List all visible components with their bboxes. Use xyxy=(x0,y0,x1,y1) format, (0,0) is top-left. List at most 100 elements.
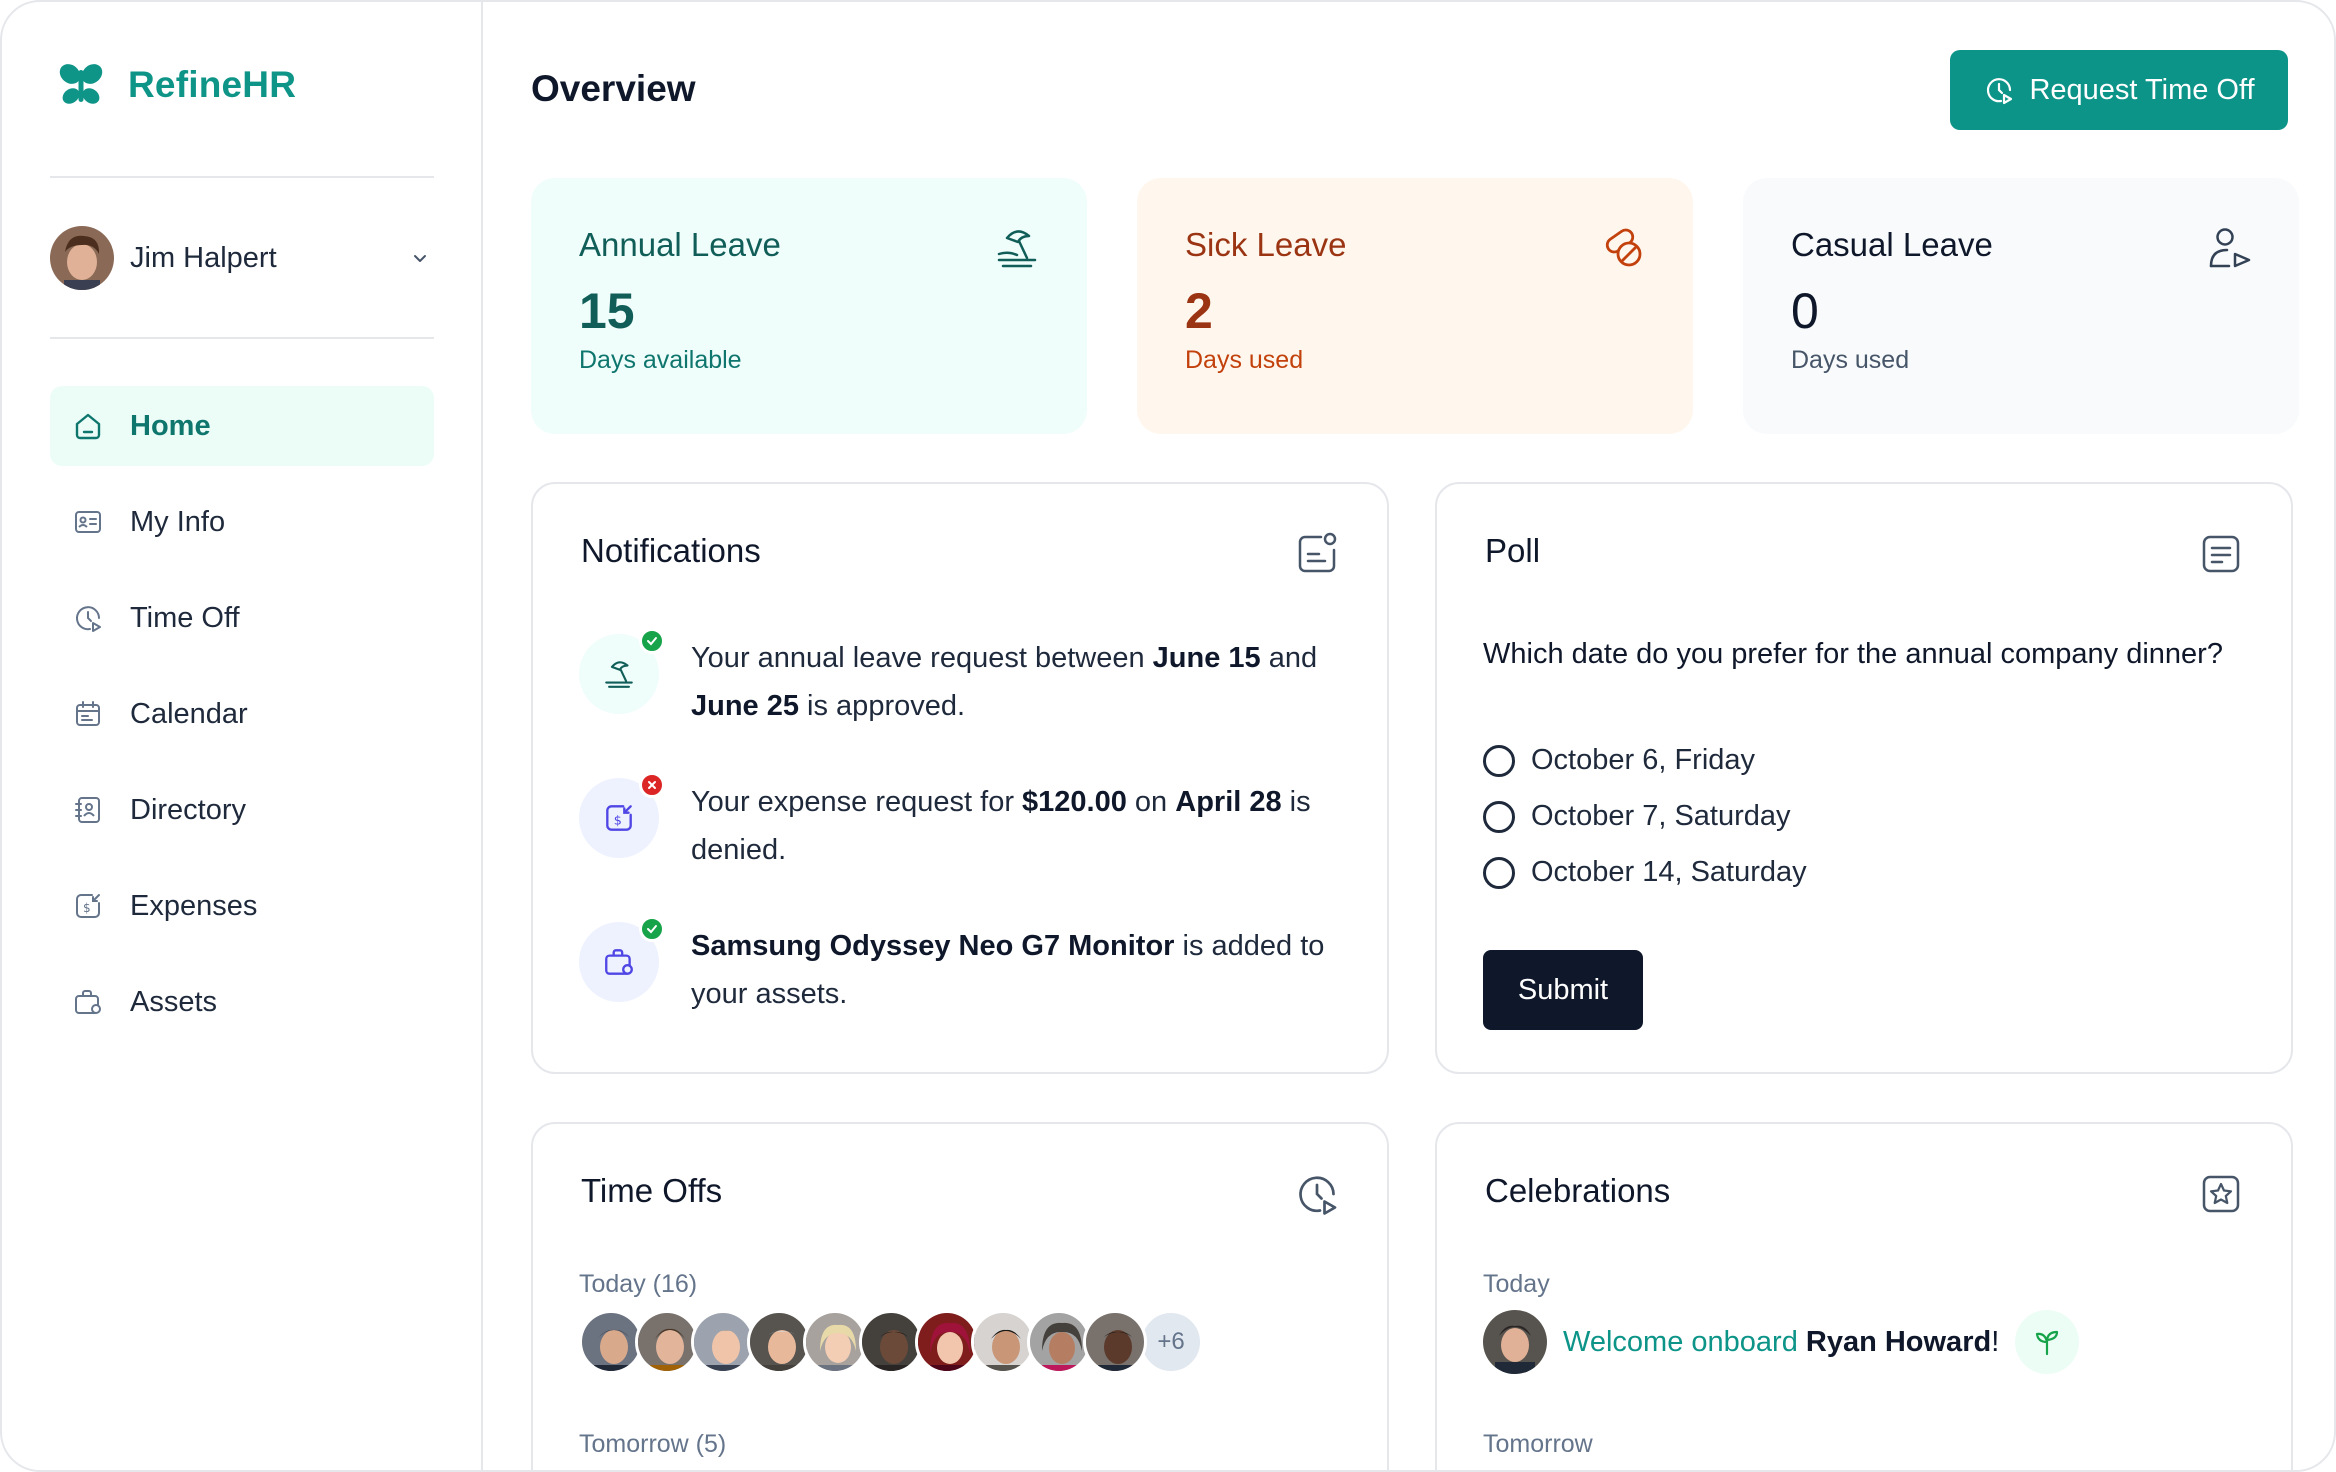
poll-option[interactable]: October 14, Saturday xyxy=(1483,856,1807,889)
casual-leave-sub: Days used xyxy=(1791,346,1910,374)
main-content: Overview Request Time Off Annual Leave 1… xyxy=(485,2,2334,1470)
poll-list-icon[interactable] xyxy=(2197,530,2245,578)
request-time-off-button[interactable]: Request Time Off xyxy=(1950,50,2288,130)
poll-option[interactable]: October 6, Friday xyxy=(1483,744,1755,777)
sidebar-item-directory[interactable]: Directory xyxy=(50,770,434,850)
clock-icon[interactable] xyxy=(1293,1170,1341,1218)
notification-item[interactable]: $ Your expense request for $120.00 on Ap… xyxy=(579,772,1349,874)
id-card-icon xyxy=(75,511,101,533)
sidebar-item-my-info[interactable]: My Info xyxy=(50,482,434,562)
submit-button[interactable]: Submit xyxy=(1483,950,1643,1030)
notification-item[interactable]: Samsung Odyssey Neo G7 Monitor is added … xyxy=(579,916,1349,1018)
expense-icon: $ xyxy=(606,805,632,831)
x-icon xyxy=(648,781,656,789)
beach-icon xyxy=(997,230,1037,268)
annual-leave-value: 15 xyxy=(579,283,635,339)
butterfly-logo-icon xyxy=(59,64,103,104)
more-avatars-count[interactable]: +6 xyxy=(1139,1310,1203,1374)
clock-icon xyxy=(76,606,101,632)
celebrations-title: Celebrations xyxy=(1485,1172,1671,1209)
home-icon xyxy=(75,413,101,440)
brand-name: RefineHR xyxy=(128,64,297,105)
radio-button[interactable] xyxy=(1483,744,1515,777)
svg-text:$: $ xyxy=(614,813,622,828)
briefcase-icon xyxy=(75,990,101,1014)
radio-button[interactable] xyxy=(1483,856,1515,889)
casual-leave-value: 0 xyxy=(1791,283,1819,339)
sidebar-nav: Home My Info Time Off Calendar Directory… xyxy=(50,386,434,1058)
time-offs-title: Time Offs xyxy=(581,1172,723,1209)
notification-text: Your expense request for $120.00 on Apri… xyxy=(691,786,1311,866)
user-send-icon xyxy=(2209,228,2251,268)
sidebar-item-label: My Info xyxy=(130,505,226,538)
casual-leave-card: Casual Leave 0 Days used xyxy=(1743,178,2299,434)
today-label: Today (16) xyxy=(579,1270,698,1298)
page-title: Overview xyxy=(531,68,696,109)
avatar[interactable] xyxy=(803,1310,867,1374)
user-name: Jim Halpert xyxy=(130,241,277,274)
sidebar-item-calendar[interactable]: Calendar xyxy=(50,674,434,754)
app-window: RefineHR Jim Halpert Home My Info Time O… xyxy=(0,0,2336,1472)
today-label: Today xyxy=(1483,1270,1550,1298)
avatar[interactable] xyxy=(1083,1310,1147,1374)
sick-leave-card: Sick Leave 2 Days used xyxy=(1137,178,1693,434)
sidebar-item-home[interactable]: Home xyxy=(50,386,434,466)
sidebar-item-label: Home xyxy=(130,409,211,442)
sprout-badge xyxy=(2015,1310,2080,1374)
sidebar-divider xyxy=(50,176,434,178)
star-badge-icon[interactable] xyxy=(2197,1170,2245,1218)
notification-item[interactable]: Your annual leave request between June 1… xyxy=(579,628,1349,730)
poll-option-label: October 14, Saturday xyxy=(1531,856,1807,888)
request-time-off-label: Request Time Off xyxy=(2029,73,2255,106)
notification-text: Samsung Odyssey Neo G7 Monitor is added … xyxy=(691,930,1325,1010)
avatar[interactable] xyxy=(691,1310,755,1374)
annual-leave-title: Annual Leave xyxy=(579,226,781,263)
notification-bell-icon[interactable] xyxy=(1293,530,1341,578)
poll-title: Poll xyxy=(1485,532,1541,569)
poll-question: Which date do you prefer for the annual … xyxy=(1483,638,2223,670)
annual-leave-sub: Days available xyxy=(579,346,742,374)
tomorrow-label: Tomorrow (5) xyxy=(579,1430,727,1458)
notifications-card: Notifications Your annual leave request … xyxy=(531,482,1389,1074)
poll-option-label: October 6, Friday xyxy=(1531,744,1756,776)
sprout-icon xyxy=(2036,1330,2059,1356)
user-menu[interactable]: Jim Halpert xyxy=(50,226,434,290)
avatar[interactable] xyxy=(915,1310,979,1374)
avatar[interactable] xyxy=(747,1310,811,1374)
avatar[interactable] xyxy=(579,1310,643,1374)
sidebar-item-assets[interactable]: Assets xyxy=(50,962,434,1042)
contact-book-icon xyxy=(75,797,100,823)
notification-avatar: $ xyxy=(579,772,665,858)
avatar-group: +6 xyxy=(579,1310,1203,1374)
sidebar-divider xyxy=(50,337,434,339)
pills-icon xyxy=(1605,228,1642,267)
sick-leave-title: Sick Leave xyxy=(1185,226,1347,263)
avatar[interactable] xyxy=(1027,1310,1091,1374)
brand[interactable]: RefineHR xyxy=(56,60,296,110)
avatar[interactable] xyxy=(971,1310,1035,1374)
poll-option[interactable]: October 7, Saturday xyxy=(1483,800,1791,833)
sick-leave-value: 2 xyxy=(1185,283,1213,339)
notification-avatar xyxy=(579,628,665,714)
beach-icon xyxy=(605,661,633,688)
sidebar-item-label: Assets xyxy=(130,985,218,1018)
annual-leave-card: Annual Leave 15 Days available xyxy=(531,178,1087,434)
clock-icon xyxy=(1987,78,2013,105)
poll-option-label: October 7, Saturday xyxy=(1531,800,1791,832)
radio-button[interactable] xyxy=(1483,800,1515,833)
poll-card: Poll Which date do you prefer for the an… xyxy=(1435,482,2293,1074)
sidebar: RefineHR Jim Halpert Home My Info Time O… xyxy=(2,2,483,1470)
denied-badge xyxy=(639,772,665,798)
avatar[interactable] xyxy=(1483,1310,1547,1374)
sidebar-item-expenses[interactable]: $ Expenses xyxy=(50,866,434,946)
chevron-down-icon[interactable] xyxy=(410,248,430,268)
avatar[interactable] xyxy=(859,1310,923,1374)
tomorrow-label: Tomorrow xyxy=(1483,1430,1593,1458)
briefcase-icon xyxy=(605,949,633,975)
sidebar-item-time-off[interactable]: Time Off xyxy=(50,578,434,658)
time-offs-card: Time Offs Today (16) +6 Tomorrow (5) xyxy=(531,1122,1389,1470)
svg-text:$: $ xyxy=(83,901,91,915)
celebration-item: Welcome onboard Ryan Howard! xyxy=(1483,1310,2080,1374)
sick-leave-sub: Days used xyxy=(1185,346,1304,374)
avatar[interactable] xyxy=(635,1310,699,1374)
